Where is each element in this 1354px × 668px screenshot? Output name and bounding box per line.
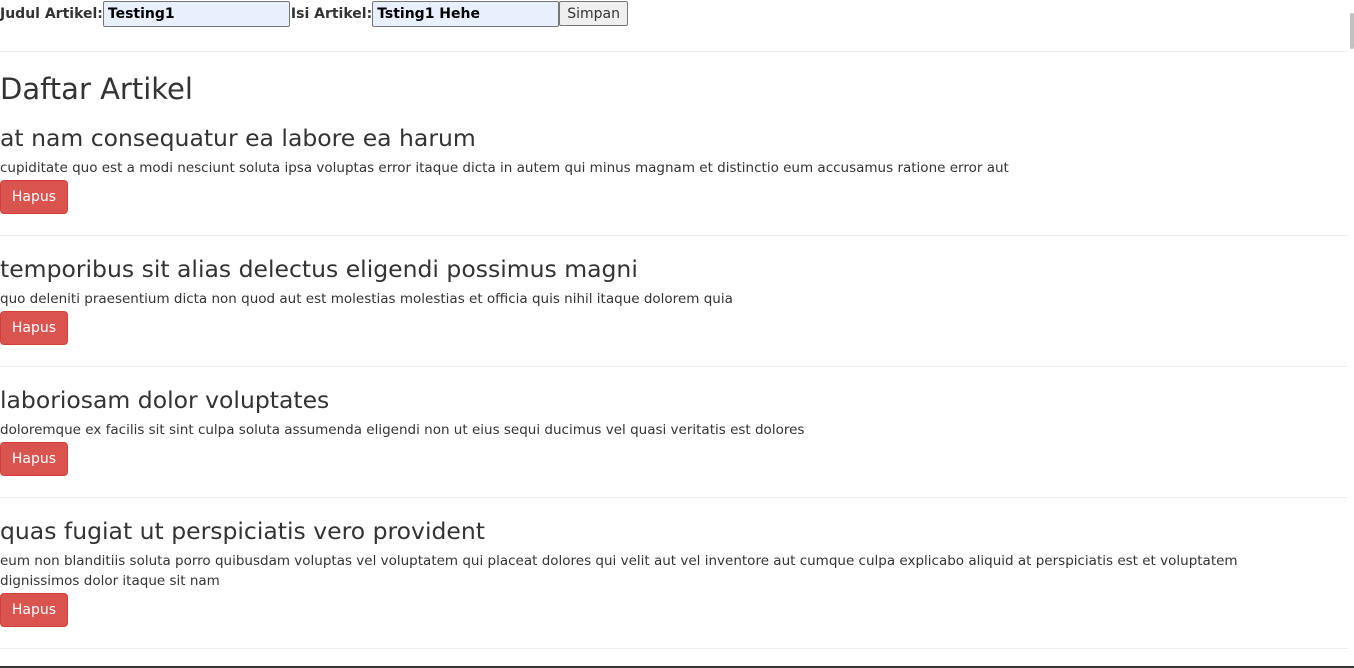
article-title: quas fugiat ut perspiciatis vero provide… bbox=[0, 517, 485, 545]
article-divider bbox=[0, 366, 1348, 367]
save-button[interactable]: Simpan bbox=[559, 1, 628, 26]
article-body: quo deleniti praesentium dicta non quod … bbox=[0, 291, 733, 307]
delete-button[interactable]: Hapus bbox=[0, 311, 68, 345]
article-item: quas fugiat ut perspiciatis vero provide… bbox=[0, 516, 1348, 627]
article-item: at nam consequatur ea labore ea harum cu… bbox=[0, 123, 1348, 214]
content-label: Isi Artikel: bbox=[290, 5, 373, 22]
title-label: Judul Artikel: bbox=[0, 5, 103, 22]
article-title: at nam consequatur ea labore ea harum bbox=[0, 124, 476, 152]
content-input[interactable] bbox=[372, 0, 560, 27]
delete-button[interactable]: Hapus bbox=[0, 442, 68, 476]
article-body: cupiditate quo est a modi nesciunt solut… bbox=[0, 160, 1009, 176]
article-body: eum non blanditiis soluta porro quibusda… bbox=[0, 553, 1238, 589]
article-item: laboriosam dolor voluptates doloremque e… bbox=[0, 385, 1348, 476]
article-divider bbox=[0, 648, 1348, 649]
article-form: Judul Artikel: Isi Artikel: Simpan bbox=[0, 0, 628, 27]
article-body: doloremque ex facilis sit sint culpa sol… bbox=[0, 422, 805, 438]
delete-button[interactable]: Hapus bbox=[0, 180, 68, 214]
form-divider bbox=[0, 51, 1348, 52]
delete-button[interactable]: Hapus bbox=[0, 593, 68, 627]
page-title: Daftar Artikel bbox=[0, 72, 193, 106]
article-divider bbox=[0, 235, 1348, 236]
article-title: laboriosam dolor voluptates bbox=[0, 386, 330, 414]
scrollbar-thumb[interactable] bbox=[1350, 13, 1354, 49]
article-title: temporibus sit alias delectus eligendi p… bbox=[0, 255, 638, 283]
article-item: temporibus sit alias delectus eligendi p… bbox=[0, 254, 1348, 345]
article-divider bbox=[0, 497, 1348, 498]
vertical-scrollbar[interactable] bbox=[1348, 0, 1354, 668]
title-input[interactable] bbox=[102, 0, 290, 27]
page: Judul Artikel: Isi Artikel: Simpan Dafta… bbox=[0, 0, 1354, 668]
